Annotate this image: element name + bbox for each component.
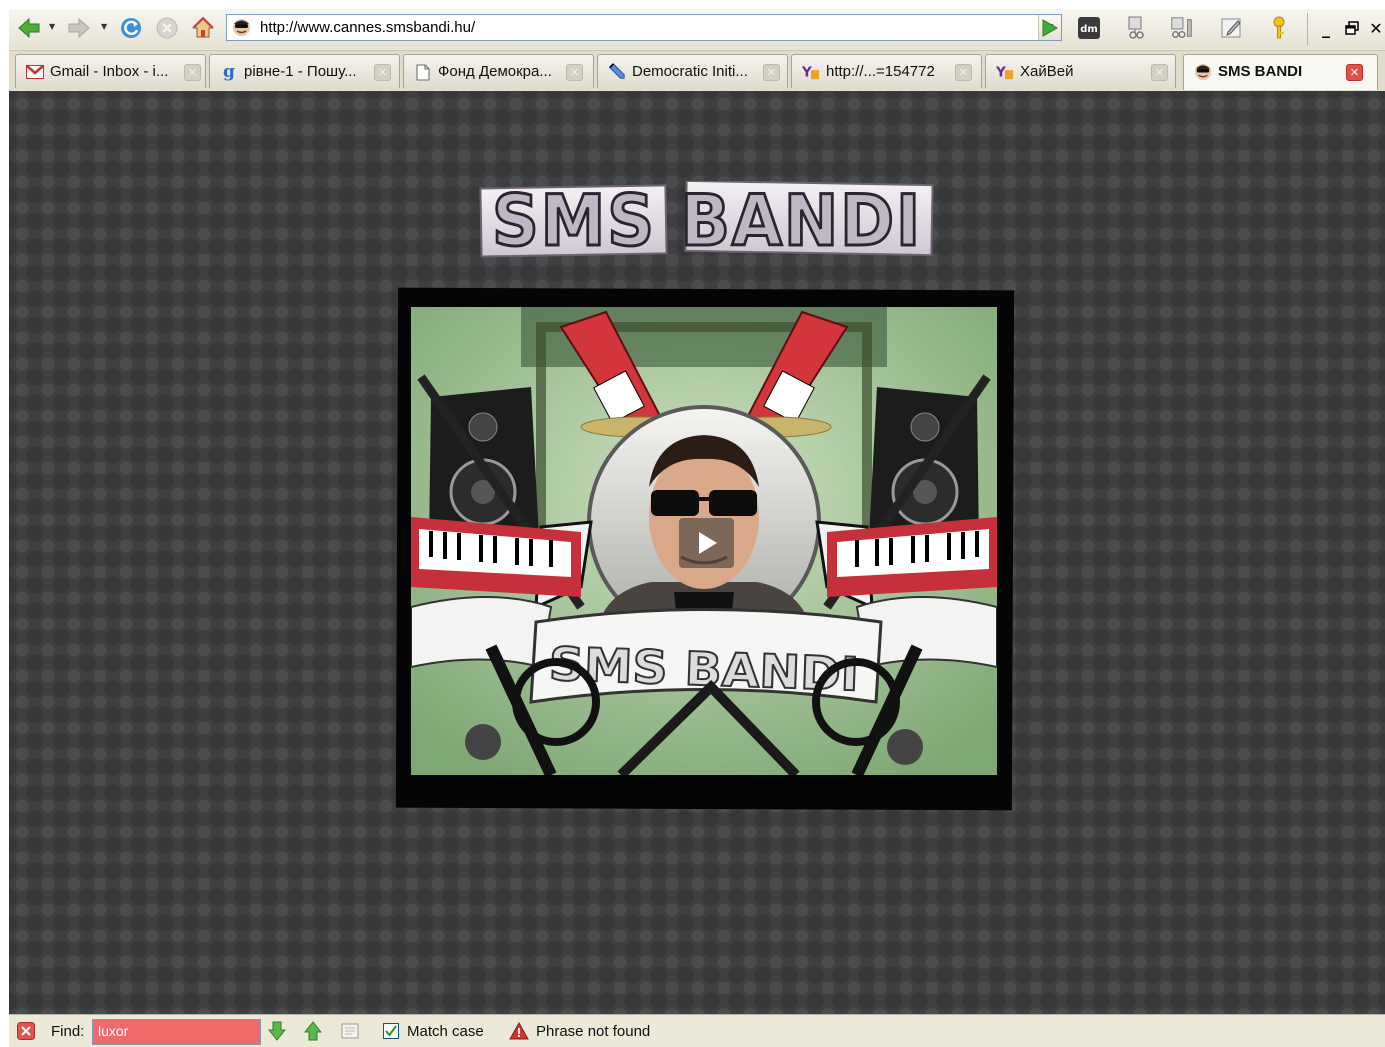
forward-button[interactable] [65, 15, 93, 41]
go-button[interactable] [1035, 15, 1063, 41]
passwords-button[interactable] [1266, 15, 1292, 41]
find-previous-button[interactable] [304, 1015, 322, 1047]
tab-sms-bandi[interactable]: SMS BANDI ✕ [1183, 54, 1378, 90]
yahoo-icon: Y [802, 63, 820, 81]
tab-google-search[interactable]: g рівне-1 - Пошу... ✕ [209, 54, 400, 88]
tab-close-button[interactable]: ✕ [955, 64, 972, 81]
play-icon [698, 532, 717, 554]
tab-close-button[interactable]: ✕ [374, 64, 391, 81]
browser-window: ▼ ▼ http://www.cannes.smsbandi.hu/ ▼ dm [9, 9, 1385, 1047]
tab-close-button[interactable]: ✕ [566, 64, 583, 81]
back-arrow-icon [18, 17, 40, 39]
url-bar[interactable]: http://www.cannes.smsbandi.hu/ ▼ [226, 14, 1062, 41]
google-icon: g [223, 62, 235, 82]
sms-bandi-logo: SMS BANDI [479, 181, 934, 263]
match-case-checkbox[interactable] [383, 1023, 399, 1039]
pencil-icon [608, 63, 626, 81]
arrow-up-icon [304, 1021, 322, 1041]
site-favicon-icon [232, 18, 251, 37]
go-arrow-icon [1042, 19, 1059, 37]
key-icon [1273, 16, 1285, 39]
video-player[interactable]: SMS BANDI [411, 307, 997, 775]
close-window-button[interactable]: ✕ [1367, 15, 1385, 41]
tab-close-button[interactable]: ✕ [184, 64, 201, 81]
find-next-button[interactable] [268, 1015, 286, 1047]
tab-close-button[interactable]: ✕ [1151, 64, 1168, 81]
close-icon: ✕ [1369, 18, 1383, 38]
yahoo-icon: Y [996, 63, 1014, 81]
highlight-all-button[interactable] [341, 1015, 359, 1047]
restore-button[interactable] [1341, 15, 1363, 41]
logo-text: SMS BANDI [492, 181, 922, 262]
page-icon [414, 63, 432, 81]
close-icon [17, 1022, 35, 1040]
extension-button-2[interactable] [1169, 15, 1195, 41]
tab-label: SMS BANDI [1218, 63, 1303, 80]
find-input[interactable]: luxor [92, 1019, 261, 1045]
tab-label: рівне-1 - Пошу... [244, 63, 357, 80]
find-status-text: Phrase not found [536, 1022, 651, 1040]
find-bar: Find: luxor Match case Phrase not found [9, 1014, 1385, 1047]
match-case-label[interactable]: Match case [407, 1015, 484, 1047]
tab-label: Gmail - Inbox - i... [50, 63, 169, 80]
toolbar-separator [1307, 13, 1308, 45]
svg-text:Y: Y [996, 65, 1006, 81]
tab-label: Democratic Initi... [632, 63, 748, 80]
forward-arrow-icon [68, 17, 90, 39]
edit-note-icon [1221, 18, 1241, 38]
warning-icon [509, 1015, 529, 1047]
tab-democratic-initiatives[interactable]: Democratic Initi... ✕ [597, 54, 788, 88]
tab-yahoo-link[interactable]: Y http://...=154772 ✕ [791, 54, 982, 88]
tab-label: Фонд Демокра... [438, 63, 552, 80]
minimize-button[interactable]: _ [1315, 15, 1337, 41]
url-text[interactable]: http://www.cannes.smsbandi.hu/ [260, 19, 475, 36]
tab-label: http://...=154772 [826, 63, 935, 80]
tab-hayvey[interactable]: Y ХайВей ✕ [985, 54, 1176, 88]
checkmark-icon [385, 1025, 397, 1037]
smsbandi-icon [1194, 63, 1212, 81]
tab-close-button[interactable]: ✕ [763, 64, 780, 81]
notes-button[interactable] [1219, 15, 1245, 41]
close-findbar-button[interactable] [17, 1015, 35, 1047]
restore-icon [1345, 21, 1359, 35]
home-icon [192, 16, 214, 38]
forward-history-dropdown[interactable]: ▼ [101, 22, 107, 31]
page-content: SMS BANDI SMS BANDI [9, 91, 1385, 1014]
back-history-dropdown[interactable]: ▼ [49, 22, 55, 31]
home-button[interactable] [189, 15, 217, 41]
svg-text:dm: dm [1080, 24, 1098, 35]
back-button[interactable] [15, 15, 43, 41]
extension-button-1[interactable] [1123, 15, 1149, 41]
tab-label: ХайВей [1020, 63, 1074, 80]
stop-button[interactable] [153, 15, 181, 41]
find-label: Find: [51, 1022, 85, 1040]
plugin-icon [1128, 16, 1144, 39]
arrow-down-icon [268, 1021, 286, 1041]
dm-button[interactable]: dm [1076, 15, 1102, 41]
tab-strip: Gmail - Inbox - i... ✕ g рівне-1 - Пошу.… [9, 50, 1385, 92]
plugin-settings-icon [1171, 17, 1192, 38]
gmail-icon [26, 63, 44, 81]
tab-fond-democracy[interactable]: Фонд Демокра... ✕ [403, 54, 594, 88]
reload-button[interactable] [117, 15, 145, 41]
stop-icon [156, 17, 178, 39]
download-manager-icon: dm [1078, 17, 1100, 39]
play-button[interactable] [679, 518, 734, 568]
reload-icon [121, 18, 141, 38]
navigation-toolbar: ▼ ▼ http://www.cannes.smsbandi.hu/ ▼ dm [9, 9, 1385, 49]
highlight-icon [341, 1023, 359, 1039]
tab-close-button[interactable]: ✕ [1346, 64, 1363, 81]
tab-gmail[interactable]: Gmail - Inbox - i... ✕ [15, 54, 206, 88]
minimize-icon: _ [1322, 18, 1330, 38]
svg-text:Y: Y [802, 65, 812, 81]
